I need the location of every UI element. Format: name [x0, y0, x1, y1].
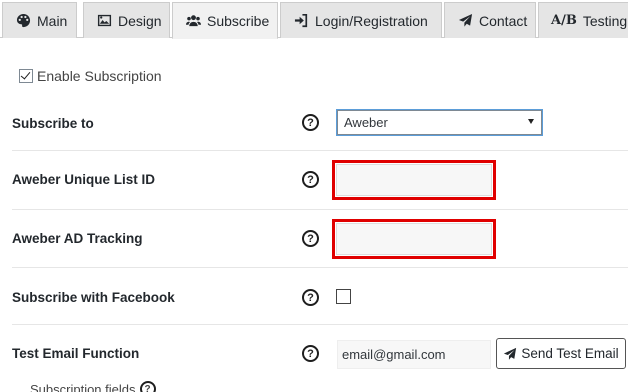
help-icon[interactable]: ?	[139, 381, 156, 392]
help-icon[interactable]: ?	[302, 114, 319, 131]
aweber-list-id-label: Aweber Unique List ID	[12, 172, 156, 187]
enable-subscription-checkbox[interactable]	[19, 69, 33, 83]
chevron-down-icon	[528, 119, 534, 124]
test-email-input[interactable]: email@gmail.com	[337, 340, 491, 369]
aweber-ad-tracking-label: Aweber AD Tracking	[12, 231, 143, 246]
subscribe-facebook-label: Subscribe with Facebook	[12, 290, 175, 305]
send-test-email-button[interactable]: Send Test Email	[496, 338, 626, 369]
users-icon	[185, 13, 201, 29]
ab-prefix: A/B	[551, 13, 577, 28]
tab-label: Subscribe	[207, 12, 270, 29]
row-subscribe-facebook: Subscribe with Facebook ?	[12, 268, 628, 325]
select-value: Aweber	[344, 115, 388, 130]
tab-subscribe[interactable]: Subscribe	[172, 2, 278, 39]
paper-plane-icon	[457, 13, 473, 29]
tab-label: Design	[118, 12, 162, 29]
send-test-email-label: Send Test Email	[521, 346, 619, 361]
paper-plane-icon	[504, 347, 517, 360]
help-icon[interactable]: ?	[302, 230, 319, 247]
tab-ab-testing[interactable]: A/B Testing	[538, 2, 628, 38]
tab-label: Testing	[582, 12, 628, 29]
enable-subscription[interactable]: Enable Subscription	[19, 68, 162, 84]
tab-contact[interactable]: Contact	[444, 2, 536, 38]
tab-label: Login/Registration	[315, 12, 428, 29]
image-icon	[96, 13, 112, 29]
tab-bar: Main Design Subscribe Login/Registration…	[0, 0, 628, 39]
tab-label: Main	[37, 12, 68, 29]
subscribe-to-label: Subscribe to	[12, 116, 94, 131]
help-icon[interactable]: ?	[302, 289, 319, 306]
test-email-label: Test Email Function	[12, 346, 140, 361]
subscribe-facebook-checkbox[interactable]	[336, 289, 351, 304]
sign-in-icon	[293, 13, 309, 29]
subscription-fields-label: Subscription fields	[30, 381, 136, 392]
row-aweber-list-id: Aweber Unique List ID ?	[12, 151, 628, 210]
row-aweber-ad-tracking: Aweber AD Tracking ?	[12, 210, 628, 268]
tab-label: Contact	[479, 12, 528, 29]
aweber-list-id-input[interactable]	[336, 164, 492, 196]
subscription-fields: Subscription fields ?	[30, 381, 156, 392]
subscribe-to-select[interactable]: Aweber	[337, 110, 542, 135]
tab-main[interactable]: Main	[2, 2, 77, 38]
help-icon[interactable]: ?	[302, 345, 319, 362]
tab-design[interactable]: Design	[83, 2, 170, 38]
test-email-value: email@gmail.com	[342, 347, 446, 362]
tab-login-registration[interactable]: Login/Registration	[280, 2, 442, 38]
palette-icon	[15, 13, 31, 29]
enable-subscription-label: Enable Subscription	[37, 68, 162, 84]
aweber-ad-tracking-input[interactable]	[336, 223, 492, 255]
help-icon[interactable]: ?	[302, 171, 319, 188]
